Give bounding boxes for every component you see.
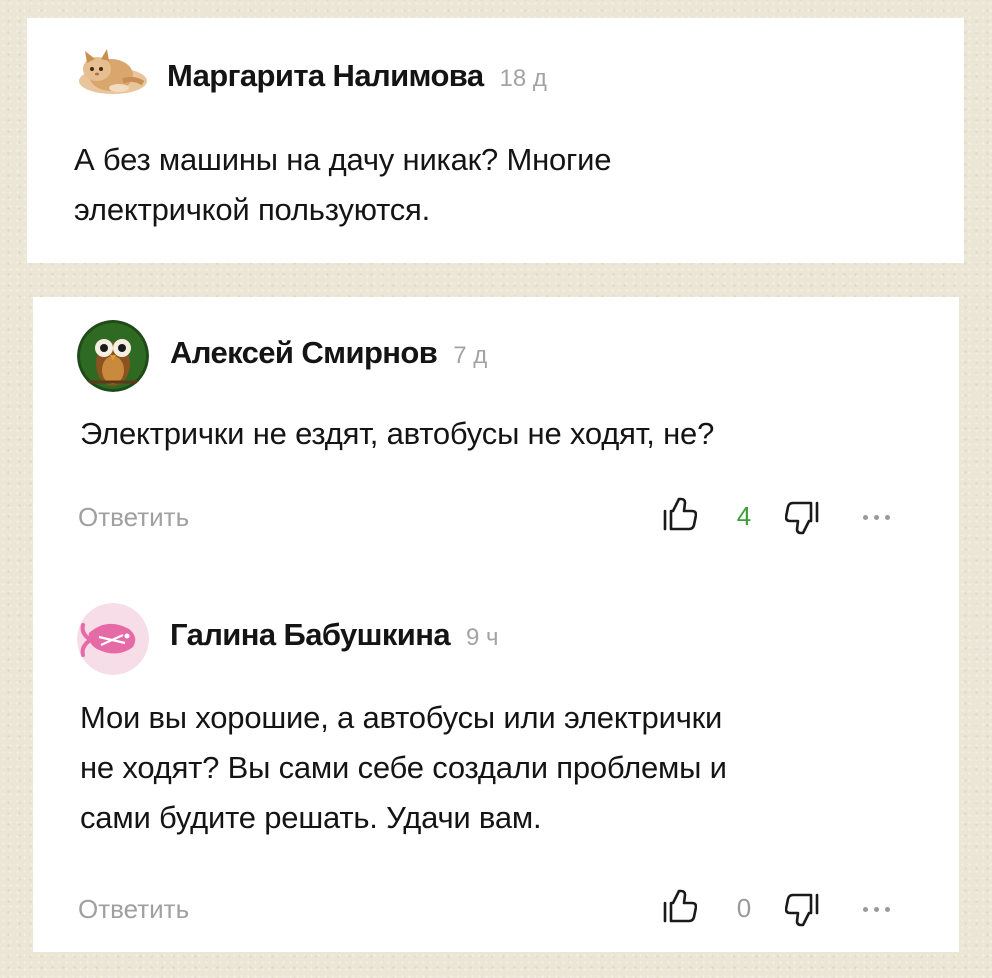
more-options-icon[interactable]: [863, 513, 893, 523]
dislike-button[interactable]: [785, 501, 819, 535]
comment-text-line: электричкой пользуются.: [74, 192, 431, 227]
comment-text: Мои вы хорошие, а автобусы или электричк…: [80, 693, 727, 843]
owl-avatar-icon: [77, 320, 149, 392]
like-count: 4: [736, 501, 752, 531]
thumbs-down-icon: [785, 893, 819, 927]
comment-text-line: не ходят? Вы сами себе создали проблемы …: [80, 750, 727, 785]
like-count: 0: [736, 893, 752, 923]
avatar[interactable]: [73, 33, 151, 105]
reply-button[interactable]: Ответить: [78, 894, 189, 925]
thumbs-up-icon: [663, 889, 697, 923]
thumbs-down-icon: [785, 501, 819, 535]
comment-text-line: Электрички не ездят, автобусы не ходят, …: [80, 416, 715, 451]
like-button[interactable]: [663, 497, 697, 531]
kitten-avatar-icon: [79, 49, 147, 94]
comment-text: А без машины на дачу никак? Многие элект…: [74, 135, 612, 235]
reply-button[interactable]: Ответить: [78, 502, 189, 533]
comment-header: Алексей Смирнов 7 д: [170, 335, 487, 371]
thumbs-up-icon: [663, 497, 697, 531]
comment-header: Маргарита Налимова 18 д: [167, 58, 547, 94]
dislike-button[interactable]: [785, 893, 819, 927]
comment-header: Галина Бабушкина 9 ч: [170, 617, 499, 653]
comment-text-line: Мои вы хорошие, а автобусы или электричк…: [80, 700, 723, 735]
author-name[interactable]: Маргарита Налимова: [167, 58, 484, 94]
avatar[interactable]: [77, 320, 149, 392]
comment-time: 7 д: [453, 342, 488, 369]
comment-time: 18 д: [499, 65, 547, 92]
author-name[interactable]: Галина Бабушкина: [170, 617, 451, 653]
comment-text: Электрички не ездят, автобусы не ходят, …: [80, 409, 714, 459]
pink-fish-avatar-icon: [77, 603, 149, 675]
comment-thread-card: Алексей Смирнов 7 д Электрички не ездят,…: [33, 297, 959, 952]
comment-card: Маргарита Налимова 18 д А без машины на …: [27, 18, 964, 263]
more-options-icon[interactable]: [863, 905, 893, 915]
comment-text-line: сами будите решать. Удачи вам.: [80, 800, 542, 835]
author-name[interactable]: Алексей Смирнов: [170, 335, 438, 371]
comment-time: 9 ч: [466, 624, 499, 651]
comment-text-line: А без машины на дачу никак? Многие: [74, 142, 612, 177]
like-button[interactable]: [663, 889, 697, 923]
avatar[interactable]: [77, 603, 149, 675]
